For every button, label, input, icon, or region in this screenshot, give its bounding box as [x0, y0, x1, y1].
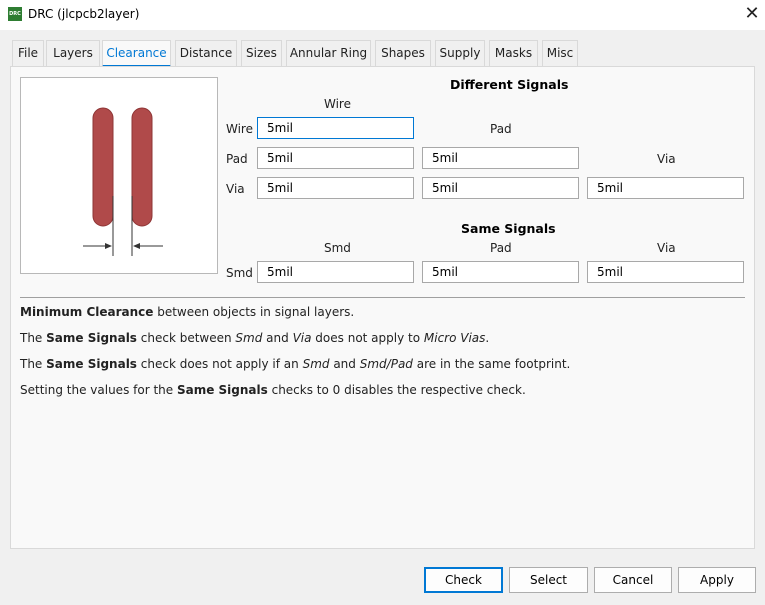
pad-pad-field[interactable]: 5mil — [422, 147, 579, 169]
tab-file[interactable]: File — [12, 40, 44, 66]
tab-sizes[interactable]: Sizes — [241, 40, 282, 66]
pad-wire-field[interactable]: 5mil — [257, 147, 414, 169]
tab-layers[interactable]: Layers — [46, 40, 100, 66]
same-col-via-label: Via — [657, 241, 676, 255]
col-smd-label: Smd — [324, 241, 351, 255]
tab-shapes[interactable]: Shapes — [375, 40, 431, 66]
drc-app-icon: DRC — [8, 7, 22, 21]
smd-via-field[interactable]: 5mil — [587, 261, 744, 283]
row-via-label: Via — [226, 182, 245, 196]
col-wire-label: Wire — [324, 97, 351, 111]
via-wire-field[interactable]: 5mil — [257, 177, 414, 199]
same-col-pad-label: Pad — [490, 241, 512, 255]
row-wire-label: Wire — [226, 122, 253, 136]
note-same-signals-footprint: The Same Signals check does not apply if… — [20, 357, 571, 371]
tab-misc[interactable]: Misc — [542, 40, 578, 66]
tab-supply[interactable]: Supply — [435, 40, 485, 66]
note-minimum-clearance: Minimum Clearance between objects in sig… — [20, 305, 355, 319]
same-signals-heading: Same Signals — [461, 221, 556, 236]
wire-wire-field[interactable]: 5mil — [257, 117, 414, 139]
tab-clearance[interactable]: Clearance — [102, 40, 171, 67]
row-smd-label: Smd — [226, 266, 253, 280]
different-signals-heading: Different Signals — [450, 77, 569, 92]
via-via-field[interactable]: 5mil — [587, 177, 744, 199]
note-same-signals-micro-vias: The Same Signals check between Smd and V… — [20, 331, 490, 345]
tab-distance[interactable]: Distance — [175, 40, 237, 66]
smd-smd-field[interactable]: 5mil — [257, 261, 414, 283]
col-via-label: Via — [657, 152, 676, 166]
close-icon[interactable]: ✕ — [742, 4, 762, 24]
select-button[interactable]: Select — [509, 567, 588, 593]
window-title: DRC (jlcpcb2layer) — [28, 7, 140, 21]
title-bar: DRC DRC (jlcpcb2layer) ✕ — [0, 0, 765, 30]
clearance-diagram-icon — [83, 107, 163, 256]
col-pad-label: Pad — [490, 122, 512, 136]
apply-button[interactable]: Apply — [678, 567, 756, 593]
clearance-preview-image — [20, 77, 218, 274]
tab-annular-ring[interactable]: Annular Ring — [286, 40, 371, 66]
row-pad-label: Pad — [226, 152, 248, 166]
via-pad-field[interactable]: 5mil — [422, 177, 579, 199]
check-button[interactable]: Check — [424, 567, 503, 593]
tab-masks[interactable]: Masks — [489, 40, 538, 66]
divider — [20, 297, 745, 298]
smd-pad-field[interactable]: 5mil — [422, 261, 579, 283]
note-zero-disables: Setting the values for the Same Signals … — [20, 383, 526, 397]
cancel-button[interactable]: Cancel — [594, 567, 672, 593]
